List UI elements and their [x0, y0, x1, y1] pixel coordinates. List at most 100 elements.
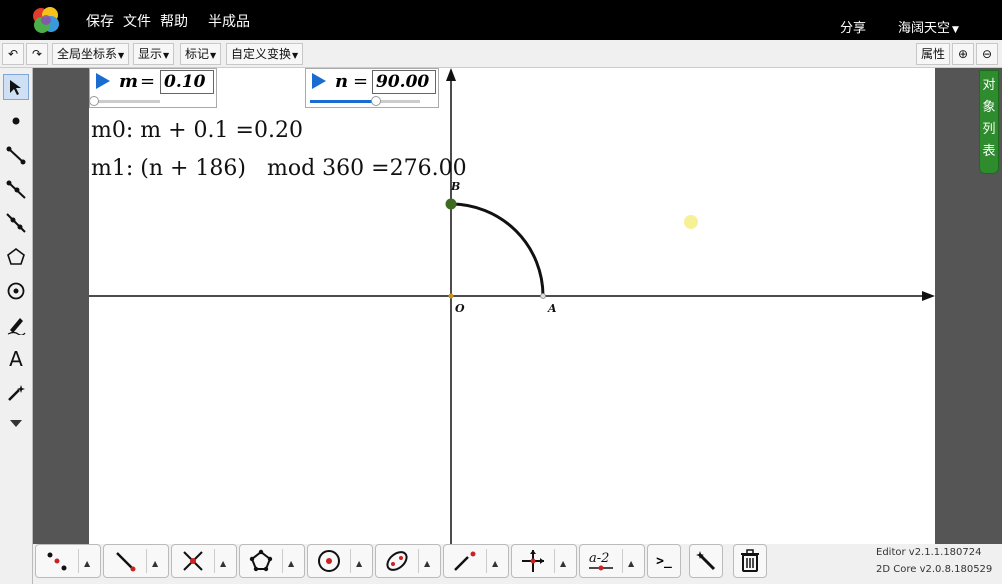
menu-help[interactable]: 帮助 — [160, 11, 188, 31]
measure-tool-group[interactable]: a-2 ▲ — [579, 544, 645, 578]
line-icon[interactable] — [3, 210, 29, 236]
slider-n-name: n — [335, 71, 349, 92]
separator — [418, 549, 419, 573]
magic-wand-icon[interactable] — [689, 544, 723, 578]
point-icon[interactable] — [3, 108, 29, 134]
label-B: B — [451, 180, 461, 193]
measure-tool-icon[interactable]: a-2 — [580, 545, 622, 577]
play-icon[interactable] — [96, 73, 110, 89]
zoom-out-icon[interactable]: ⊖ — [976, 43, 998, 65]
chevron-up-icon[interactable]: ▲ — [628, 559, 634, 568]
point-B — [445, 198, 457, 210]
chevron-up-icon[interactable]: ▲ — [356, 559, 362, 568]
y-axis-arrow-icon — [446, 68, 456, 81]
slider-m-value-input[interactable]: 0.10 — [160, 70, 214, 94]
separator — [146, 549, 147, 573]
polygon-tool-group[interactable]: ▲ — [239, 544, 305, 578]
slider-m-track[interactable] — [89, 96, 160, 106]
points-tool-group[interactable]: ▲ — [35, 544, 101, 578]
display-dropdown[interactable]: 显示▼ — [133, 43, 175, 65]
ellipse-tool-group[interactable]: ▲ — [375, 544, 441, 578]
terminal-icon[interactable]: >_ — [647, 544, 681, 578]
circle-tool-group[interactable]: ▲ — [307, 544, 373, 578]
bottom-tool-bar: ▲ ▲ ▲ ▲ ▲ ▲ ▲ ▲ a-2 ▲ >_ — [33, 544, 1002, 584]
select-arrow-icon[interactable] — [3, 74, 29, 100]
separator — [622, 549, 623, 573]
display-label: 显示 — [138, 47, 163, 61]
chevron-down-icon: ▼ — [163, 51, 170, 60]
slider-m[interactable]: m = 0.10 — [89, 68, 217, 108]
magic-wand-icon[interactable] — [3, 380, 29, 406]
slider-n-knob[interactable] — [371, 96, 381, 106]
mark-label: 标记 — [185, 47, 210, 61]
app-logo-icon[interactable] — [30, 4, 62, 36]
segment-tool-icon[interactable] — [104, 545, 146, 577]
core-version: 2D Core v2.0.8.180529 — [876, 564, 993, 575]
label-A: A — [548, 302, 557, 315]
slider-n-value-input[interactable]: 90.00 — [372, 70, 436, 94]
separator — [282, 549, 283, 573]
axes-tool-icon[interactable] — [512, 545, 554, 577]
custom-transform-dropdown[interactable]: 自定义变换▼ — [226, 43, 304, 65]
slider-m-knob[interactable] — [89, 96, 99, 106]
segment-tool-group[interactable]: ▲ — [103, 544, 169, 578]
slider-n-track[interactable] — [310, 96, 420, 106]
separator — [78, 549, 79, 573]
chevron-down-icon: ▼ — [210, 51, 217, 60]
line-point-tool-icon[interactable] — [444, 545, 486, 577]
more-tools-chevron-icon[interactable] — [3, 410, 29, 436]
chevron-up-icon[interactable]: ▲ — [492, 559, 498, 568]
segment-icon[interactable] — [3, 142, 29, 168]
axes-tool-group[interactable]: ▲ — [511, 544, 577, 578]
measurement-m0[interactable]: m0: m + 0.1 =0.20 — [91, 118, 303, 143]
intersect-tool-icon[interactable] — [172, 545, 214, 577]
slider-m-name: m — [119, 71, 139, 92]
point-O — [448, 293, 454, 299]
geometry-canvas[interactable]: O A B m = 0.10 n = 90.00 m0: m + 0.1 =0.… — [89, 68, 935, 544]
chevron-up-icon[interactable]: ▲ — [220, 559, 226, 568]
custom-transform-label: 自定义变换 — [231, 47, 292, 61]
mark-dropdown[interactable]: 标记▼ — [180, 43, 222, 65]
chevron-up-icon[interactable]: ▲ — [152, 559, 158, 568]
circle-tool-icon[interactable] — [308, 545, 350, 577]
separator — [486, 549, 487, 573]
ellipse-tool-icon[interactable] — [376, 545, 418, 577]
polygon-icon[interactable] — [3, 244, 29, 270]
slider-n[interactable]: n = 90.00 — [305, 68, 439, 108]
zoom-in-icon[interactable]: ⊕ — [952, 43, 974, 65]
chevron-down-icon: ▼ — [292, 51, 299, 60]
trash-icon[interactable] — [733, 544, 767, 578]
points-tool-icon[interactable] — [36, 545, 78, 577]
measurement-m1[interactable]: m1: (n + 186) mod 360 =276.00 — [91, 156, 467, 181]
intersect-tool-group[interactable]: ▲ — [171, 544, 237, 578]
editor-version: Editor v2.1.1.180724 — [876, 547, 982, 558]
main-toolbar: ↶ ↷ 全局坐标系▼ 显示▼ 标记▼ 自定义变换▼ 属性 ⊕ ⊖ — [0, 40, 1002, 68]
menu-product[interactable]: 半成品 — [208, 11, 250, 31]
chevron-up-icon[interactable]: ▲ — [288, 559, 294, 568]
undo-button[interactable]: ↶ — [2, 43, 24, 65]
chevron-down-icon: ▼ — [118, 51, 125, 60]
polygon-tool-icon[interactable] — [240, 545, 282, 577]
object-list-tab[interactable]: 对象列表 — [979, 70, 999, 174]
redo-button[interactable]: ↷ — [26, 43, 48, 65]
chevron-up-icon[interactable]: ▲ — [560, 559, 566, 568]
user-menu[interactable]: 海阔天空 ▼ — [898, 17, 959, 36]
ray-icon[interactable] — [3, 176, 29, 202]
play-icon[interactable] — [312, 73, 326, 89]
circle-icon[interactable] — [3, 278, 29, 304]
properties-button[interactable]: 属性 — [916, 43, 951, 65]
line-point-tool-group[interactable]: ▲ — [443, 544, 509, 578]
menu-save[interactable]: 保存 — [86, 11, 114, 31]
svg-text:a-2: a-2 — [589, 551, 609, 566]
coordinate-system-dropdown[interactable]: 全局坐标系▼ — [52, 43, 130, 65]
cursor-highlight — [684, 215, 698, 229]
chevron-up-icon[interactable]: ▲ — [424, 559, 430, 568]
text-icon[interactable]: A — [3, 346, 29, 372]
chevron-up-icon[interactable]: ▲ — [84, 559, 90, 568]
terminal-glyph: >_ — [656, 553, 672, 569]
pen-icon[interactable] — [3, 312, 29, 338]
menu-file[interactable]: 文件 — [123, 11, 151, 31]
top-bar: 保存 文件 帮助 半成品 分享 海阔天空 ▼ — [0, 0, 1002, 40]
chevron-down-icon: ▼ — [952, 25, 959, 35]
share-button[interactable]: 分享 — [840, 17, 866, 36]
